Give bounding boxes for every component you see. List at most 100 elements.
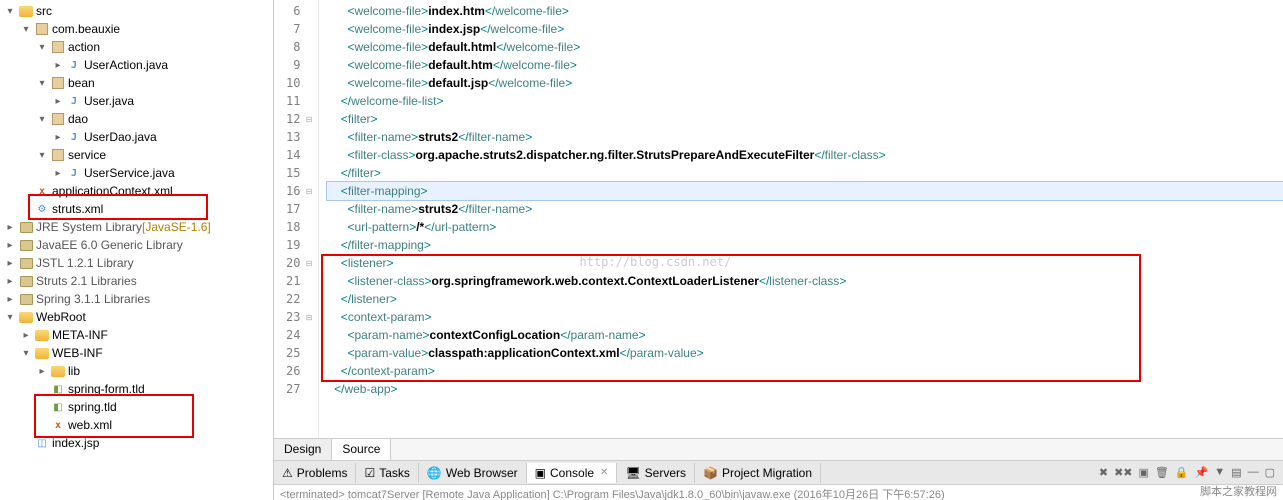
disclosure-icon[interactable]: ▸ [4,258,16,269]
servers-icon: 🖥 [625,466,640,480]
java-file-icon: J [66,165,82,181]
code-line[interactable]: <filter> [327,110,1283,128]
tree-item[interactable]: ▸JSTL 1.2.1 Library [0,254,273,272]
view-tab-tasks[interactable]: ☑Tasks [356,463,418,483]
disclosure-icon[interactable]: ▾ [20,348,32,359]
folder-icon [18,3,34,19]
disclosure-icon[interactable]: ▸ [4,294,16,305]
code-line[interactable]: <filter-class>org.apache.struts2.dispatc… [327,146,1283,164]
view-tab-web-browser[interactable]: 🌐Web Browser [419,463,527,483]
view-tab-servers[interactable]: 🖥Servers [617,463,695,483]
code-line[interactable]: </filter> [327,164,1283,182]
tree-item[interactable]: ▾service [0,146,273,164]
view-tab-label: Console [550,466,594,480]
terminate-icon[interactable]: ▣ [1139,466,1149,479]
code-line[interactable]: <filter-name>struts2</filter-name> [327,200,1283,218]
tree-item[interactable]: ▾com.beauxie [0,20,273,38]
code-line[interactable]: <welcome-file>index.jsp</welcome-file> [327,20,1283,38]
code-line[interactable]: </context-param> [327,362,1283,380]
folder-icon [34,345,50,361]
view-tab-console[interactable]: ▣Console✕ [527,463,618,483]
tree-item[interactable]: xapplicationContext.xml [0,182,273,200]
code-line[interactable]: </web-app> [327,380,1283,398]
tree-item[interactable]: xweb.xml [0,416,273,434]
tree-item-label: bean [68,76,95,90]
package-icon [34,21,50,37]
tree-item[interactable]: ▸META-INF [0,326,273,344]
code-line[interactable]: <param-name>contextConfigLocation</param… [327,326,1283,344]
tree-item-label: struts.xml [52,202,103,216]
tab-source[interactable]: Source [332,439,391,460]
code-line[interactable]: <welcome-file>default.html</welcome-file… [327,38,1283,56]
code-line[interactable]: <welcome-file>default.htm</welcome-file> [327,56,1283,74]
tree-item[interactable]: ▸JUserService.java [0,164,273,182]
minimize-view-icon[interactable]: — [1248,466,1259,479]
tree-item[interactable]: ▸JUserAction.java [0,56,273,74]
disclosure-icon[interactable]: ▾ [4,6,16,17]
tree-item[interactable]: ▾WEB-INF [0,344,273,362]
project-explorer[interactable]: ▾src▾com.beauxie▾action▸JUserAction.java… [0,0,274,500]
tree-item[interactable]: ◧spring-form.tld [0,380,273,398]
tree-item[interactable]: ◫index.jsp [0,434,273,452]
disclosure-icon[interactable]: ▸ [52,96,64,107]
tree-item[interactable]: ▸JUserDao.java [0,128,273,146]
tree-item[interactable]: ▸Struts 2.1 Libraries [0,272,273,290]
disclosure-icon[interactable]: ▾ [4,312,16,323]
tree-item[interactable]: ▾action [0,38,273,56]
disclosure-icon[interactable]: ▸ [52,168,64,179]
display-selected-icon[interactable]: ▼ [1214,466,1225,479]
code-body[interactable]: http://blog.csdn.net/ <welcome-file>inde… [319,0,1283,438]
view-tab-problems[interactable]: ⚠Problems [274,463,356,483]
remove-all-icon[interactable]: ✖✖ [1114,466,1132,479]
close-tab-icon[interactable]: ✕ [600,467,608,478]
disclosure-icon[interactable]: ▾ [36,42,48,53]
code-line[interactable]: <listener-class>org.springframework.web.… [327,272,1283,290]
tree-item[interactable]: ▾dao [0,110,273,128]
disclosure-icon[interactable]: ▸ [52,132,64,143]
remove-launch-icon[interactable]: ✖ [1099,466,1108,479]
tree-item[interactable]: ▸JavaEE 6.0 Generic Library [0,236,273,254]
code-line[interactable]: <welcome-file>index.htm</welcome-file> [327,2,1283,20]
disclosure-icon[interactable]: ▾ [36,114,48,125]
code-line[interactable]: <url-pattern>/*</url-pattern> [327,218,1283,236]
disclosure-icon[interactable]: ▾ [36,78,48,89]
disclosure-icon[interactable]: ▸ [4,222,16,233]
code-line[interactable]: </listener> [327,290,1283,308]
tree-item[interactable]: ▸JRE System Library [JavaSE-1.6] [0,218,273,236]
disclosure-icon[interactable]: ▸ [4,240,16,251]
tree-item[interactable]: ▸JUser.java [0,92,273,110]
tab-design[interactable]: Design [274,439,332,460]
java-file-icon: J [66,57,82,73]
code-line[interactable]: <filter-mapping> [327,182,1283,200]
disclosure-icon[interactable]: ▸ [36,366,48,377]
code-line[interactable]: </filter-mapping> [327,236,1283,254]
tree-item[interactable]: ▾ bean [0,74,273,92]
code-line[interactable]: <listener> [327,254,1283,272]
library-icon [18,273,34,289]
tree-item[interactable]: ⚙struts.xml [0,200,273,218]
code-editor[interactable]: 6789101112⊟13141516⊟17181920⊟212223⊟2425… [274,0,1283,438]
disclosure-icon[interactable]: ▸ [20,330,32,341]
editor-pane: 6789101112⊟13141516⊟17181920⊟212223⊟2425… [274,0,1283,500]
open-console-icon[interactable]: ▤ [1231,466,1241,479]
tree-item[interactable]: ▸lib [0,362,273,380]
tree-item[interactable]: ▾src [0,2,273,20]
code-line[interactable]: <welcome-file>default.jsp</welcome-file> [327,74,1283,92]
code-line[interactable]: </welcome-file-list> [327,92,1283,110]
clear-console-icon[interactable]: 🗑 [1155,466,1169,479]
scroll-lock-icon[interactable]: 🔒 [1175,466,1189,479]
code-line[interactable]: <param-value>classpath:applicationContex… [327,344,1283,362]
tld-file-icon: ◧ [50,381,66,397]
code-line[interactable]: <filter-name>struts2</filter-name> [327,128,1283,146]
disclosure-icon[interactable]: ▸ [52,60,64,71]
pin-console-icon[interactable]: 📌 [1195,466,1209,479]
disclosure-icon[interactable]: ▾ [20,24,32,35]
tree-item[interactable]: ◧spring.tld [0,398,273,416]
tree-item[interactable]: ▾WebRoot [0,308,273,326]
disclosure-icon[interactable]: ▸ [4,276,16,287]
disclosure-icon[interactable]: ▾ [36,150,48,161]
maximize-view-icon[interactable]: ▢ [1265,466,1275,479]
code-line[interactable]: <context-param> [327,308,1283,326]
view-tab-project-migration[interactable]: 📦Project Migration [695,463,821,483]
tree-item[interactable]: ▸Spring 3.1.1 Libraries [0,290,273,308]
